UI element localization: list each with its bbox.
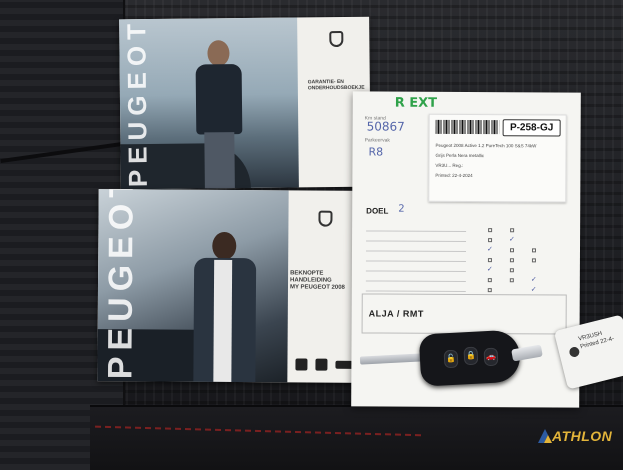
peugeot-logo-icon: [329, 30, 344, 48]
checklist-row: ✓: [365, 276, 566, 285]
license-plate: P-258-GJ: [502, 119, 561, 137]
barcode: [435, 119, 500, 135]
trunk-glyph: 🚗: [485, 351, 497, 362]
car-key-fob: 🔓 🔒 🚗: [418, 329, 522, 387]
sticker-line: VR3U... Reg.:: [435, 162, 464, 168]
photo-scene: PEUGEOT GARANTIE- EN ONDERHOUDSBOEKJE PE…: [0, 0, 623, 470]
checklist-row: ✓: [365, 266, 566, 275]
sticker-line: Peugeot 2008 Active 1.2 PureTech 100 S&S…: [435, 142, 537, 149]
checklist-row: ✓: [366, 236, 566, 245]
doel-value: 2: [398, 203, 405, 215]
km-stand-value: 50867: [366, 119, 405, 134]
athlon-logo-icon: [538, 429, 552, 443]
checklist-row: [366, 226, 566, 235]
peugeot-logo-icon: [318, 210, 333, 227]
app-store-icon: [295, 358, 308, 371]
doel-label: DOEL: [366, 206, 389, 216]
booklet-title-line: ONDERHOUDSBOEKJE: [307, 84, 365, 92]
quick-guide-booklet: PEUGEOT BEKNOPTE HANDLEIDING MY PEUGEOT …: [97, 189, 364, 383]
unlock-icon: 🔓: [443, 349, 459, 369]
athlon-watermark: ATHLON: [538, 428, 612, 444]
watermark-text: ATHLON: [552, 428, 613, 444]
reference-box: ALJA / RMT: [361, 293, 567, 335]
reference-value: ALJA / RMT: [368, 308, 424, 319]
brand-vertical-text: PEUGEOT: [101, 189, 141, 380]
trunk-icon: 🚗: [483, 347, 499, 367]
sticker-line: Printed: 22-4-2024: [435, 172, 473, 179]
lock-glyph: 🔒: [465, 350, 477, 361]
sticker-line: Grijs Perla Nera metallic: [435, 152, 485, 159]
parkeervak-value: R8: [368, 145, 384, 159]
booklet-title: GARANTIE- EN ONDERHOUDSBOEKJE: [307, 79, 365, 92]
key-tag-text: VR3USH Printed 22-4-: [578, 327, 616, 351]
lock-icon: 🔒: [463, 346, 479, 366]
checklist-row: [365, 256, 566, 265]
handwritten-code: R EXT: [394, 95, 438, 111]
tag-hole: [568, 345, 581, 359]
man-figure: [189, 231, 260, 383]
brand-vertical-text: PEUGEOT: [121, 17, 153, 188]
warranty-booklet: PEUGEOT GARANTIE- EN ONDERHOUDSBOEKJE: [119, 16, 371, 190]
unlock-glyph: 🔓: [445, 353, 457, 364]
parkeervak-label: Parkeervak: [364, 137, 390, 144]
vehicle-sticker: P-258-GJ Peugeot 2008 Active 1.2 PureTec…: [428, 113, 567, 203]
man-figure: [189, 40, 253, 189]
checklist-row: ✓: [365, 246, 566, 255]
peugeot-app-icon: [315, 358, 328, 371]
